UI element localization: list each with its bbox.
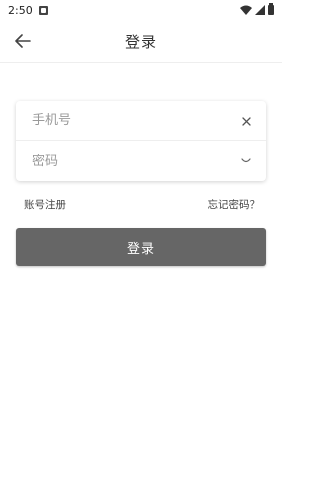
battery-icon	[268, 3, 274, 15]
phone-input[interactable]	[32, 113, 212, 128]
login-button[interactable]: 登录	[16, 228, 266, 266]
phone-field	[16, 101, 266, 141]
login-button-label: 登录	[126, 241, 155, 257]
page-title: 登录	[124, 32, 157, 51]
signal-icon	[255, 5, 265, 15]
password-input[interactable]	[32, 153, 212, 169]
login-form-card	[16, 101, 266, 181]
status-time: 2:50	[8, 3, 33, 17]
arrow-left-icon	[15, 34, 31, 48]
status-left: 2:50	[8, 4, 48, 17]
app-bar: 登录	[0, 20, 282, 63]
wifi-icon	[240, 5, 252, 15]
back-button[interactable]	[12, 31, 34, 51]
status-right	[240, 3, 274, 15]
password-field	[16, 141, 266, 181]
links-row: 账号注册 忘记密码？	[24, 196, 260, 212]
eye-closed-icon	[241, 158, 251, 163]
register-link[interactable]: 账号注册	[24, 197, 66, 212]
password-visibility-toggle[interactable]	[238, 153, 254, 169]
forgot-password-link[interactable]: 忘记密码？	[208, 197, 261, 212]
notification-icon	[38, 5, 48, 15]
status-bar: 2:50	[0, 0, 282, 20]
close-icon	[241, 116, 251, 126]
clear-phone-button[interactable]	[238, 113, 254, 129]
